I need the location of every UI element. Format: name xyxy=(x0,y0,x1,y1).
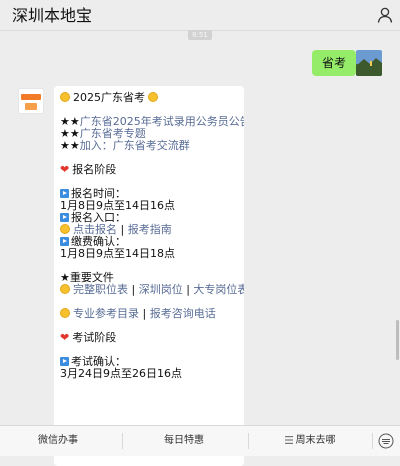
message-link[interactable]: 深圳岗位 xyxy=(139,283,183,296)
message-text: 3月24日9点至26日16点 xyxy=(60,367,182,380)
message-heading: 2025广东省考 xyxy=(73,91,145,104)
menu-item-daily-deals[interactable]: 每日特惠 xyxy=(122,426,246,456)
menu-list-icon xyxy=(284,427,293,444)
smile-emoji-icon xyxy=(60,308,70,318)
link-separator: | xyxy=(128,283,139,296)
section-heading: 考试阶段 xyxy=(72,331,117,344)
heart-icon: ❤ xyxy=(60,163,70,176)
play-icon xyxy=(60,237,69,246)
menu-item-wechat-service[interactable]: 微信办事 xyxy=(0,426,116,456)
smile-emoji-icon xyxy=(60,224,70,234)
play-icon xyxy=(60,189,69,198)
play-icon xyxy=(60,213,69,222)
outgoing-message[interactable]: 省考 xyxy=(312,50,362,76)
join-label[interactable]: 加入： xyxy=(80,139,113,152)
smile-emoji-icon xyxy=(148,92,158,102)
message-text: 1月8日9点至14日18点 xyxy=(60,247,175,260)
play-icon xyxy=(60,357,69,366)
user-avatar[interactable] xyxy=(356,50,382,76)
chat-title: 深圳本地宝 xyxy=(12,6,93,25)
message-line: 2025广东省考 xyxy=(60,92,244,104)
message-line: 专业参考目录 | 报考咨询电话 xyxy=(60,308,244,320)
menu-item-weekend[interactable]: 周末去哪 xyxy=(248,426,372,456)
smile-emoji-icon xyxy=(60,284,70,294)
time-badge: 8:51 xyxy=(188,30,212,40)
link-separator: | xyxy=(182,283,194,296)
bot-avatar[interactable] xyxy=(18,88,44,114)
chat-header: 深圳本地宝 xyxy=(0,0,400,31)
message-line: ❤ 报名阶段 xyxy=(60,164,244,176)
heart-icon: ❤ xyxy=(60,331,70,344)
message-line: ❤ 考试阶段 xyxy=(60,332,244,344)
message-link[interactable]: 报考指南 xyxy=(128,223,172,236)
star-prefix: ★★ xyxy=(60,139,80,152)
message-line: 1月8日9点至14日18点 xyxy=(60,248,244,260)
message-link[interactable]: 大专岗位表 xyxy=(193,283,244,296)
section-heading: 报名阶段 xyxy=(72,163,117,176)
message-link[interactable]: 完整职位表 xyxy=(73,283,128,296)
bottom-menu: 微信办事 每日特惠 周末去哪 xyxy=(0,425,400,456)
message-line: 3月24日9点至26日16点 xyxy=(60,368,244,380)
landscape-avatar-icon xyxy=(356,50,382,76)
message-link[interactable]: 报考咨询电话 xyxy=(150,307,216,320)
scrollbar[interactable] xyxy=(396,320,399,360)
keyboard-icon[interactable] xyxy=(378,433,394,449)
user-profile-icon[interactable] xyxy=(376,6,394,24)
message-link[interactable]: 专业参考目录 xyxy=(73,307,139,320)
incoming-message: 2025广东省考 ★★广东省2025年考试录用公务员公告 ★★广东省考专题 ★★加入：… xyxy=(54,86,244,466)
message-link[interactable]: 广东省考交流群 xyxy=(113,139,190,152)
message-line: 完整职位表 | 深圳岗位 | 大专岗位表 xyxy=(60,284,244,296)
message-line: ★★加入：广东省考交流群 xyxy=(60,140,244,152)
smile-emoji-icon xyxy=(60,92,70,102)
menu-item-weekend-label: 周末去哪 xyxy=(295,435,336,446)
link-separator: | xyxy=(139,307,150,320)
